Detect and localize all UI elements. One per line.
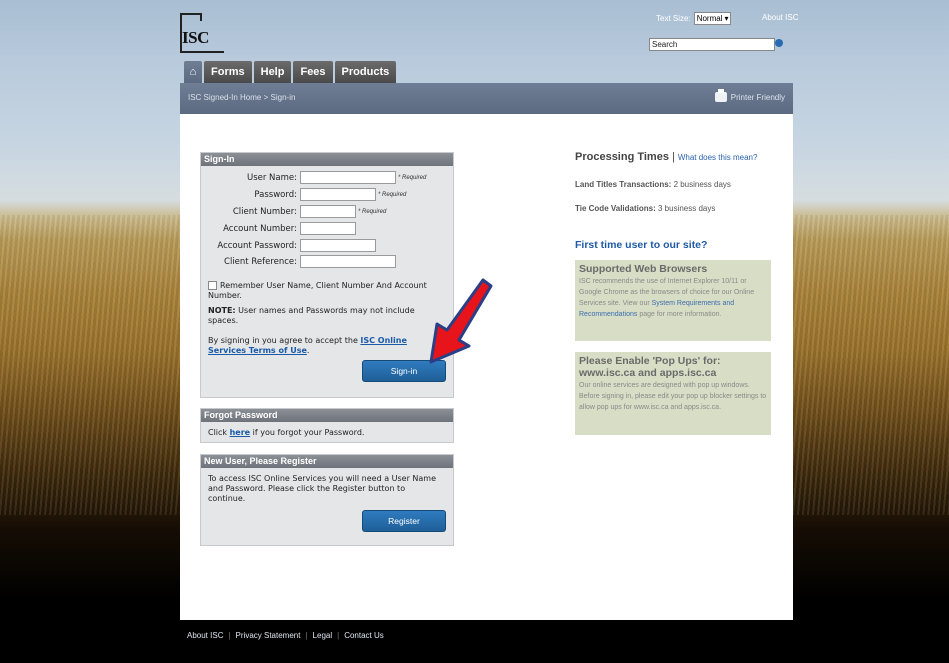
processing-times-header: Processing Times | What does this mean?	[575, 151, 758, 163]
username-label: User Name:	[246, 172, 297, 183]
breadcrumb-current: Sign-in	[270, 93, 296, 102]
required-note: * Required	[378, 191, 407, 198]
terms-text: By signing in you agree to accept the IS…	[208, 336, 407, 355]
register-text: To access ISC Online Services you will n…	[208, 474, 437, 503]
popups-title: Please Enable 'Pop Ups' for: www.isc.ca …	[579, 355, 721, 379]
tab-help[interactable]: Help	[253, 61, 292, 83]
first-time-user-link[interactable]: First time user to our site?	[575, 239, 707, 251]
username-input[interactable]	[300, 171, 396, 184]
search-input[interactable]: Search	[649, 38, 775, 51]
required-note: * Required	[398, 174, 427, 181]
tie-code-line: Tie Code Validations: 3 business days	[575, 204, 716, 213]
client-reference-label: Client Reference:	[224, 256, 297, 267]
tab-home[interactable]: ⌂	[184, 61, 202, 83]
client-number-label: Client Number:	[232, 206, 297, 217]
home-icon: ⌂	[189, 66, 197, 78]
supported-browsers-box: Supported Web Browsers ISC recommends th…	[575, 260, 771, 341]
required-note: * Required	[358, 208, 387, 215]
register-title: New User, Please Register	[201, 455, 453, 468]
main-nav-tabs: ⌂ Forms Help Fees Products	[184, 61, 397, 83]
forgot-password-text: Click here if you forgot your Password.	[208, 428, 365, 437]
text-size-select[interactable]: Normal ▾	[693, 12, 732, 25]
forgot-password-title: Forgot Password	[201, 409, 453, 422]
account-number-label: Account Number:	[223, 223, 297, 234]
footer-privacy-link[interactable]: Privacy Statement	[236, 631, 301, 640]
text-size-control: Text Size: Normal ▾	[656, 12, 732, 25]
account-password-row: Account Password:	[201, 239, 376, 252]
account-number-input[interactable]	[300, 222, 356, 235]
signin-title: Sign-In	[201, 153, 453, 166]
popups-box: Please Enable 'Pop Ups' for: www.isc.ca …	[575, 352, 771, 435]
footer-legal-link[interactable]: Legal	[313, 631, 333, 640]
isc-logo-text: ISC	[182, 28, 209, 47]
printer-icon	[714, 89, 727, 102]
note-text: NOTE: User names and Passwords may not i…	[208, 306, 415, 325]
client-reference-input[interactable]	[300, 255, 396, 268]
text-size-label: Text Size:	[656, 14, 691, 23]
tab-fees[interactable]: Fees	[293, 61, 333, 83]
footer-about-link[interactable]: About ISC	[187, 631, 223, 640]
password-row: Password: * Required	[201, 188, 406, 201]
supported-browsers-title: Supported Web Browsers	[579, 263, 708, 275]
remember-label: Remember User Name, Client Number And Ac…	[208, 281, 427, 300]
tab-forms[interactable]: Forms	[204, 61, 252, 83]
chevron-down-icon: ▾	[724, 14, 729, 23]
tab-products[interactable]: Products	[334, 61, 397, 83]
remember-option: Remember User Name, Client Number And Ac…	[208, 281, 444, 301]
popups-text: Our online services are designed with po…	[579, 382, 767, 411]
register-box: New User, Please Register To access ISC …	[200, 454, 454, 546]
breadcrumb-bar: ISC Signed-In Home > Sign-in Printer Fri…	[180, 83, 793, 114]
about-isc-link[interactable]: About ISC	[762, 13, 798, 22]
printer-friendly-link[interactable]: Printer Friendly	[714, 89, 785, 102]
username-row: User Name: * Required	[201, 171, 426, 184]
register-button[interactable]: Register	[362, 510, 446, 532]
processing-times-title: Processing Times	[575, 151, 669, 163]
remember-checkbox[interactable]	[208, 281, 217, 290]
footer-links: About ISC | Privacy Statement | Legal | …	[187, 631, 384, 640]
account-password-label: Account Password:	[217, 240, 297, 251]
account-password-input[interactable]	[300, 239, 376, 252]
account-number-row: Account Number:	[201, 222, 356, 235]
footer-contact-link[interactable]: Contact Us	[344, 631, 384, 640]
land-titles-line: Land Titles Transactions: 2 business day…	[575, 180, 731, 189]
breadcrumb-home-link[interactable]: ISC Signed-In Home	[188, 93, 261, 102]
forgot-password-box: Forgot Password Click here if you forgot…	[200, 408, 454, 443]
search-icon[interactable]	[775, 39, 783, 47]
client-reference-row: Client Reference:	[201, 255, 396, 268]
password-input[interactable]	[300, 188, 376, 201]
client-number-input[interactable]	[300, 205, 356, 218]
signin-box: Sign-In User Name: * Required Password: …	[200, 152, 454, 398]
breadcrumb: ISC Signed-In Home > Sign-in	[188, 93, 296, 102]
supported-browsers-text: ISC recommends the use of Internet Explo…	[579, 278, 755, 318]
forgot-password-link[interactable]: here	[230, 428, 251, 437]
password-label: Password:	[254, 189, 297, 200]
red-arrow-annotation	[429, 278, 493, 364]
what-does-this-mean-link[interactable]: What does this mean?	[678, 153, 758, 162]
client-number-row: Client Number: * Required	[201, 205, 386, 218]
